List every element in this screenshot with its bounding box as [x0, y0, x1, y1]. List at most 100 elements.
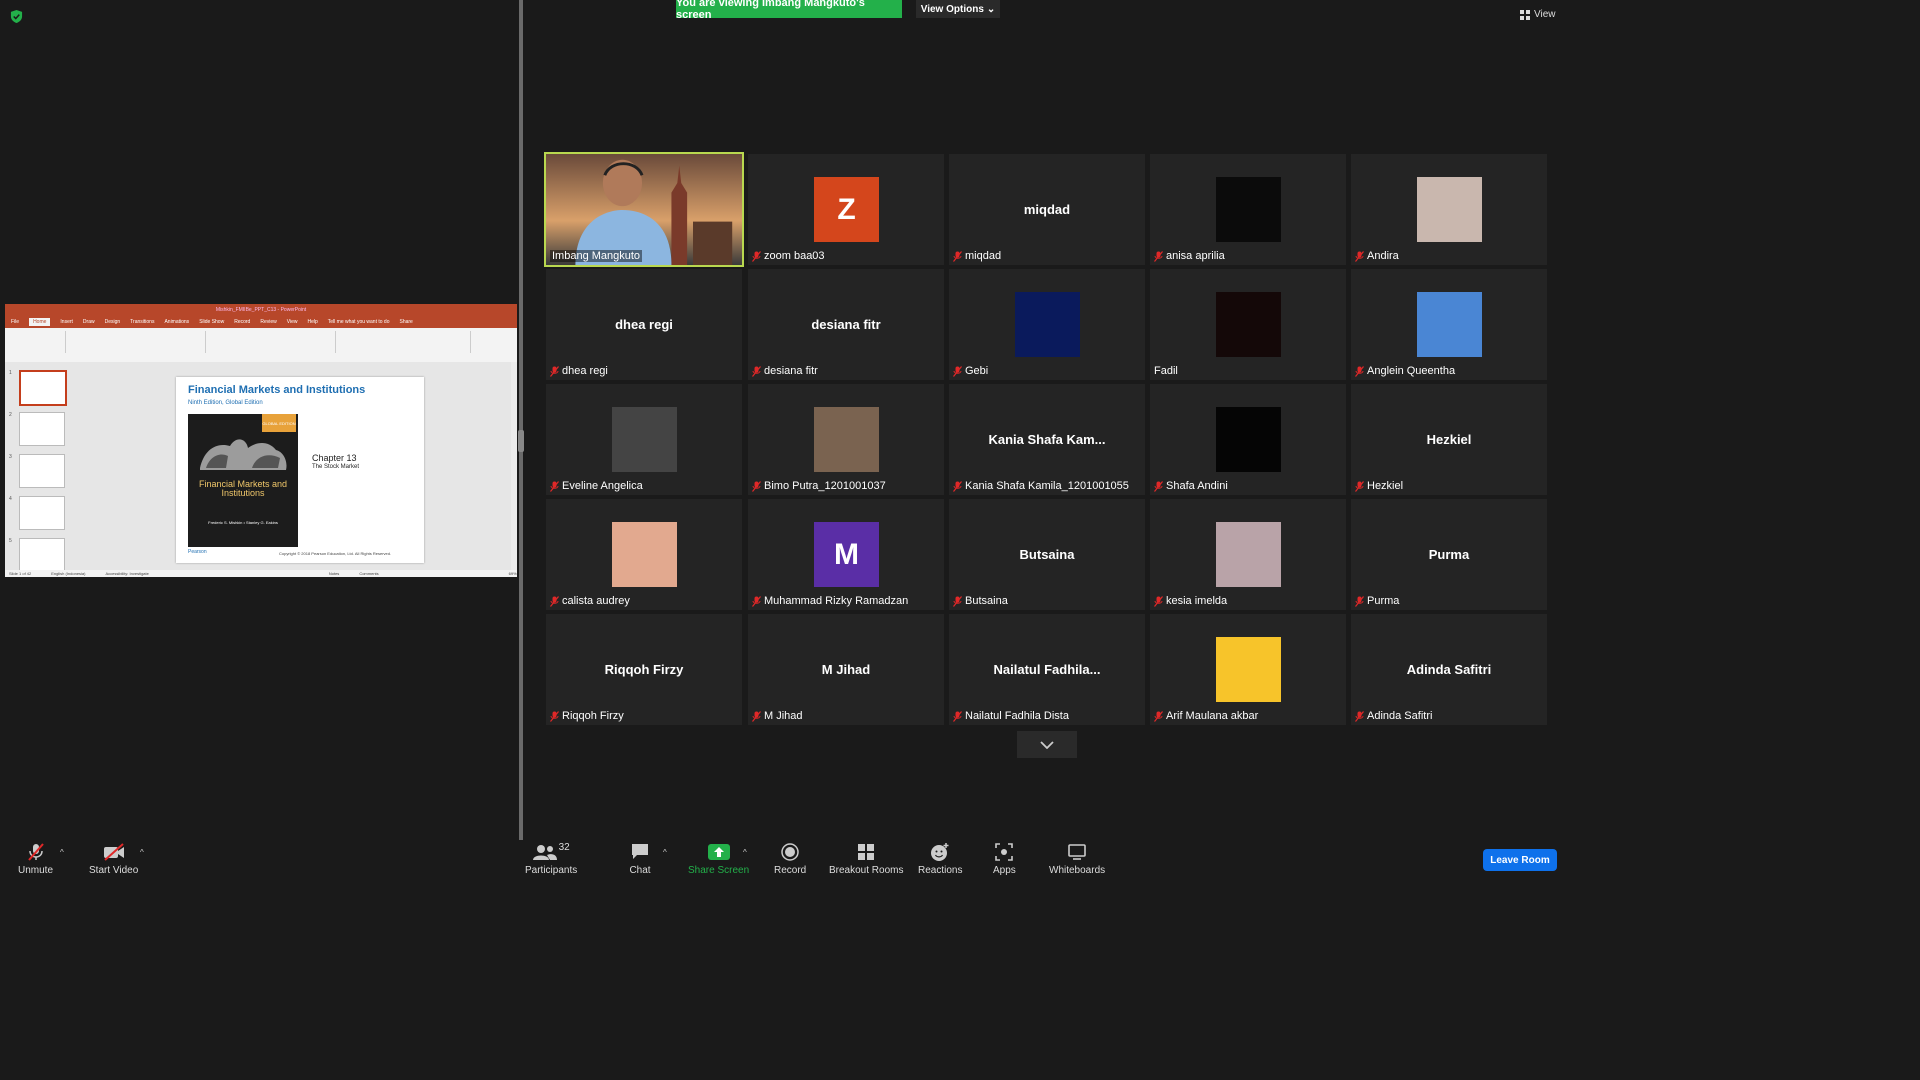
apps-icon [995, 843, 1014, 861]
book-authors: Frederic S. Mishkin • Stanley G. Eakins [208, 520, 278, 525]
participant-tile[interactable]: Andira [1351, 154, 1547, 265]
ppt-scrollbar[interactable] [511, 362, 517, 570]
whiteboards-button[interactable]: Whiteboards [1049, 842, 1105, 876]
mic-muted-icon [953, 595, 962, 607]
mic-muted-icon [1355, 480, 1364, 492]
participant-tile[interactable]: Zzoom baa03 [748, 154, 944, 265]
status-comments[interactable]: Comments [359, 571, 378, 576]
ppt-tab-review[interactable]: Review [260, 319, 276, 325]
participant-tile[interactable]: Eveline Angelica [546, 384, 742, 495]
slide-title: Financial Markets and Institutions [188, 384, 366, 396]
ppt-tab-view[interactable]: View [287, 319, 298, 325]
share-options-caret-icon[interactable]: ^ [743, 848, 747, 857]
participant-tile[interactable]: Anglein Queentha [1351, 269, 1547, 380]
video-options-caret-icon[interactable]: ^ [140, 848, 144, 857]
participant-tile[interactable]: Purma Purma [1351, 499, 1547, 610]
participant-display-name: Nailatul Fadhila... [993, 662, 1101, 677]
participant-tile[interactable]: M Jihad M Jihad [748, 614, 944, 725]
participant-tile[interactable]: Gebi [949, 269, 1145, 380]
mic-muted-icon [752, 710, 761, 722]
chapter-title: Chapter 13 [312, 453, 357, 463]
leave-room-button[interactable]: Leave Room [1483, 849, 1557, 871]
ppt-tab-help[interactable]: Help [307, 319, 317, 325]
participant-tile[interactable]: Fadil [1150, 269, 1346, 380]
participant-name: M Jihad [764, 710, 803, 722]
participant-name-label: M Jihad [752, 710, 803, 722]
participant-tile[interactable]: Arif Maulana akbar [1150, 614, 1346, 725]
ppt-tab-record[interactable]: Record [234, 319, 250, 325]
participant-tile[interactable]: Kania Shafa Kam... Kania Shafa Kamila_120… [949, 384, 1145, 495]
chat-options-caret-icon[interactable]: ^ [663, 848, 667, 857]
participant-name: Imbang Mangkuto [552, 250, 641, 262]
participant-tile[interactable]: M Muhammad Rizky Ramadzan [748, 499, 944, 610]
ppt-tab-home[interactable]: Home [29, 318, 51, 326]
participant-name: anisa aprilia [1166, 250, 1225, 262]
participant-tile[interactable]: miqdad miqdad [949, 154, 1145, 265]
gallery-next-page-button[interactable] [1017, 731, 1077, 758]
participant-display-name: Adinda Safitri [1406, 662, 1492, 677]
unmute-button[interactable]: Unmute [18, 842, 53, 876]
ppt-tab-design[interactable]: Design [105, 319, 121, 325]
participant-name-label: Andira [1355, 250, 1399, 262]
breakout-rooms-icon [858, 844, 875, 860]
shield-icon[interactable] [10, 10, 23, 23]
start-video-button[interactable]: Start Video [89, 842, 138, 876]
participant-display-name: dhea regi [615, 317, 673, 332]
participant-tile[interactable]: kesia imelda [1150, 499, 1346, 610]
shared-screen[interactable]: Mishkin_FMIIBe_PPT_C13 - PowerPoint File… [5, 304, 517, 577]
view-button[interactable]: View [1520, 9, 1556, 20]
status-notes[interactable]: Notes [329, 571, 339, 576]
participant-tile[interactable]: Hezkiel Hezkiel [1351, 384, 1547, 495]
record-button[interactable]: Record [774, 842, 806, 876]
participant-tile[interactable]: desiana fitr desiana fitr [748, 269, 944, 380]
divider-handle[interactable] [518, 430, 524, 452]
ppt-tab-insert[interactable]: Insert [60, 319, 73, 325]
participant-tile[interactable]: Butsaina Butsaina [949, 499, 1145, 610]
participant-tile[interactable]: Adinda Safitri Adinda Safitri [1351, 614, 1547, 725]
participant-name: Gebi [965, 365, 989, 377]
current-slide[interactable]: Financial Markets and Institutions Ninth… [176, 377, 424, 563]
ppt-tab-file[interactable]: File [11, 319, 19, 325]
participant-tile[interactable]: Imbang Mangkuto [544, 152, 744, 267]
slide-thumbnail[interactable] [19, 538, 65, 572]
participant-tile[interactable]: Bimo Putra_1201001037 [748, 384, 944, 495]
participant-tile[interactable]: Shafa Andini [1150, 384, 1346, 495]
participant-name: Muhammad Rizky Ramadzan [764, 595, 909, 607]
share-screen-button[interactable]: Share Screen [688, 842, 749, 876]
ppt-tab-transitions[interactable]: Transitions [130, 319, 154, 325]
slide-thumbnail[interactable] [19, 412, 65, 446]
participant-name: Shafa Andini [1166, 480, 1228, 492]
chat-button[interactable]: Chat [629, 842, 651, 876]
slide-thumbnail[interactable] [19, 454, 65, 488]
participant-name: Eveline Angelica [562, 480, 643, 492]
ppt-tab-animations[interactable]: Animations [164, 319, 189, 325]
reactions-label: Reactions [918, 865, 963, 876]
participant-name: Fadil [1154, 365, 1178, 377]
status-zoom[interactable]: 69% [509, 571, 517, 576]
ppt-share[interactable]: Share [399, 319, 412, 325]
avatar [1216, 292, 1281, 357]
apps-button[interactable]: Apps [993, 842, 1016, 876]
participant-tile[interactable]: Nailatul Fadhila... Nailatul Fadhila Dist… [949, 614, 1145, 725]
ppt-tab-draw[interactable]: Draw [83, 319, 95, 325]
participant-tile[interactable]: Riqqoh Firzy Riqqoh Firzy [546, 614, 742, 725]
slide-thumbnail[interactable] [19, 496, 65, 530]
status-accessibility[interactable]: Accessibility: Investigate [106, 571, 149, 576]
participant-name: Butsaina [965, 595, 1008, 607]
reactions-button[interactable]: Reactions [918, 842, 962, 876]
split-divider[interactable] [519, 0, 523, 840]
participant-tile[interactable]: calista audrey [546, 499, 742, 610]
ppt-tab-slideshow[interactable]: Slide Show [199, 319, 224, 325]
view-options-button[interactable]: View Options ⌄ [916, 0, 1000, 18]
audio-options-caret-icon[interactable]: ^ [60, 848, 64, 857]
avatar [1417, 177, 1482, 242]
participant-tile[interactable]: dhea regi dhea regi [546, 269, 742, 380]
participant-tile[interactable]: anisa aprilia [1150, 154, 1346, 265]
ppt-tell-me[interactable]: Tell me what you want to do [328, 319, 390, 325]
participant-display-name: Riqqoh Firzy [604, 662, 684, 677]
slide-thumbnail[interactable] [19, 370, 67, 406]
participants-button[interactable]: 32 Participants [525, 842, 577, 876]
breakout-rooms-button[interactable]: Breakout Rooms [829, 842, 903, 876]
avatar: M [814, 522, 879, 587]
avatar [1216, 522, 1281, 587]
